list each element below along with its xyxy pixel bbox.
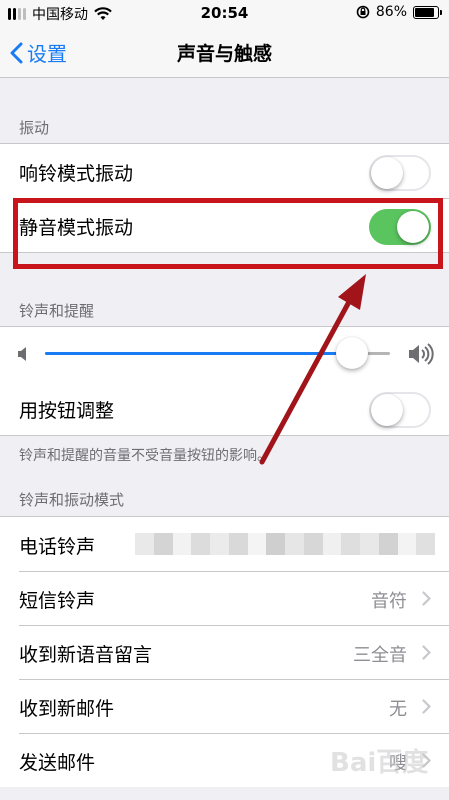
- new-voicemail-row[interactable]: 收到新语音留言 三全音: [0, 625, 449, 679]
- watermark-logo: Bai百度: [330, 748, 429, 778]
- row-label: 短信铃声: [19, 590, 96, 612]
- battery-fill: [415, 7, 434, 17]
- ringer-group: 用按钮调整: [0, 326, 449, 436]
- section-header-vibration: 振动: [19, 119, 50, 137]
- volume-slider[interactable]: [45, 337, 390, 369]
- status-bar: 中国移动 20:54 86%: [0, 0, 449, 26]
- rotation-lock-icon: [356, 5, 370, 19]
- ringer-footer-note: 铃声和提醒的音量不受音量按钮的影响。: [19, 448, 271, 464]
- row-label: 收到新邮件: [19, 698, 115, 720]
- text-tone-row[interactable]: 短信铃声 音符: [0, 571, 449, 625]
- volume-slider-knob[interactable]: [336, 337, 369, 369]
- battery-percent: 86%: [375, 4, 407, 20]
- ringtone-row[interactable]: 电话铃声: [0, 517, 449, 571]
- chevron-right-icon: [422, 699, 431, 714]
- volume-slider-row: [0, 327, 449, 381]
- vibrate-on-ring-row: 响铃模式振动: [0, 144, 449, 198]
- new-mail-row[interactable]: 收到新邮件 无: [0, 679, 449, 733]
- volume-low-icon: [18, 347, 26, 361]
- row-label: 发送邮件: [19, 752, 96, 774]
- row-label: 收到新语音留言: [19, 644, 153, 666]
- chevron-right-icon: [422, 591, 431, 606]
- row-value: 三全音: [353, 645, 407, 666]
- row-value: 音符: [371, 591, 407, 612]
- change-with-buttons-row: 用按钮调整: [0, 381, 449, 435]
- vibrate-on-ring-toggle[interactable]: [369, 155, 431, 191]
- section-header-ringer: 铃声和提醒: [19, 302, 95, 320]
- row-label: 电话铃声: [19, 536, 96, 558]
- volume-fill: [45, 352, 353, 355]
- section-header-patterns: 铃声和振动模式: [19, 491, 125, 509]
- page-title: 声音与触感: [176, 43, 272, 65]
- row-label: 响铃模式振动: [19, 163, 134, 185]
- navigation-bar: 设置 声音与触感: [0, 26, 449, 78]
- annotation-highlight-box: [13, 198, 443, 269]
- change-with-buttons-toggle[interactable]: [369, 392, 431, 428]
- chevron-right-icon: [422, 645, 431, 660]
- row-label: 用按钮调整: [19, 400, 115, 422]
- battery-icon: [413, 5, 442, 19]
- row-value: 无: [389, 699, 407, 720]
- pixelated-value: [135, 533, 435, 555]
- volume-high-icon: [409, 343, 434, 365]
